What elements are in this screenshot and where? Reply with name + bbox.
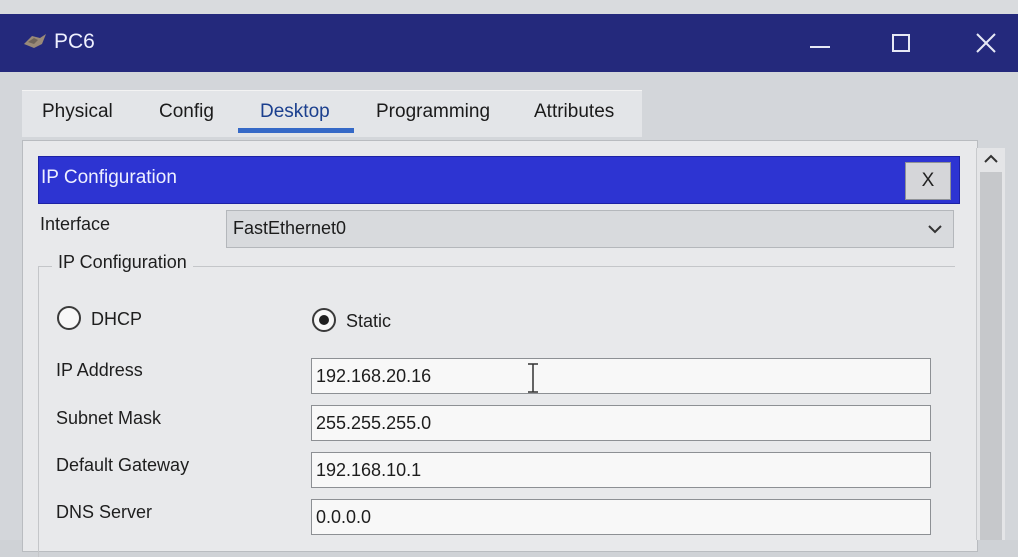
dhcp-label[interactable]: DHCP [91,309,142,330]
active-tab-indicator [238,128,354,133]
interface-select[interactable]: FastEthernet0 [226,210,954,248]
ip-configuration-group-title: IP Configuration [52,252,193,273]
tab-config[interactable]: Config [159,101,214,131]
tab-attributes[interactable]: Attributes [534,101,614,131]
window-title-bar[interactable]: PC6 [0,14,1018,72]
chevron-down-icon [928,225,942,234]
scroll-up-button[interactable] [977,148,1005,170]
ip-address-label: IP Address [56,360,143,380]
maximize-button[interactable] [878,18,924,68]
tab-programming[interactable]: Programming [376,101,490,131]
subnet-mask-label: Subnet Mask [56,408,162,428]
dns-server-input[interactable] [311,499,931,535]
maximize-icon [892,34,910,52]
interface-label: Interface [40,214,111,234]
interface-value: FastEthernet0 [233,218,347,238]
window-close-button[interactable] [963,18,1009,68]
scrollbar-thumb[interactable] [980,172,1002,540]
window-title: PC6 [54,30,95,53]
chevron-up-icon [984,154,998,163]
static-radio[interactable] [312,308,336,332]
close-icon [976,33,996,53]
ip-configuration-header: IP Configuration X [38,156,960,204]
tab-physical[interactable]: Physical [42,101,113,131]
text-cursor-icon [528,363,538,393]
minimize-button[interactable] [797,18,843,68]
ip-configuration-title: IP Configuration [41,167,177,188]
subnet-mask-input[interactable] [311,405,931,441]
vertical-scrollbar[interactable] [976,148,1005,540]
ip-configuration-close-button[interactable]: X [905,162,951,200]
packet-tracer-pc-icon [22,32,48,52]
tab-desktop[interactable]: Desktop [260,101,330,131]
window-content: Physical Config Desktop Programming Attr… [0,72,1018,557]
top-edge [0,0,1018,14]
radio-selected-dot [319,315,329,325]
dhcp-radio[interactable] [57,306,81,330]
static-label[interactable]: Static [346,311,391,332]
dns-server-label: DNS Server [56,502,153,522]
ip-address-input[interactable] [311,358,931,394]
default-gateway-input[interactable] [311,452,931,488]
default-gateway-label: Default Gateway [56,455,190,475]
minimize-icon [810,46,830,48]
